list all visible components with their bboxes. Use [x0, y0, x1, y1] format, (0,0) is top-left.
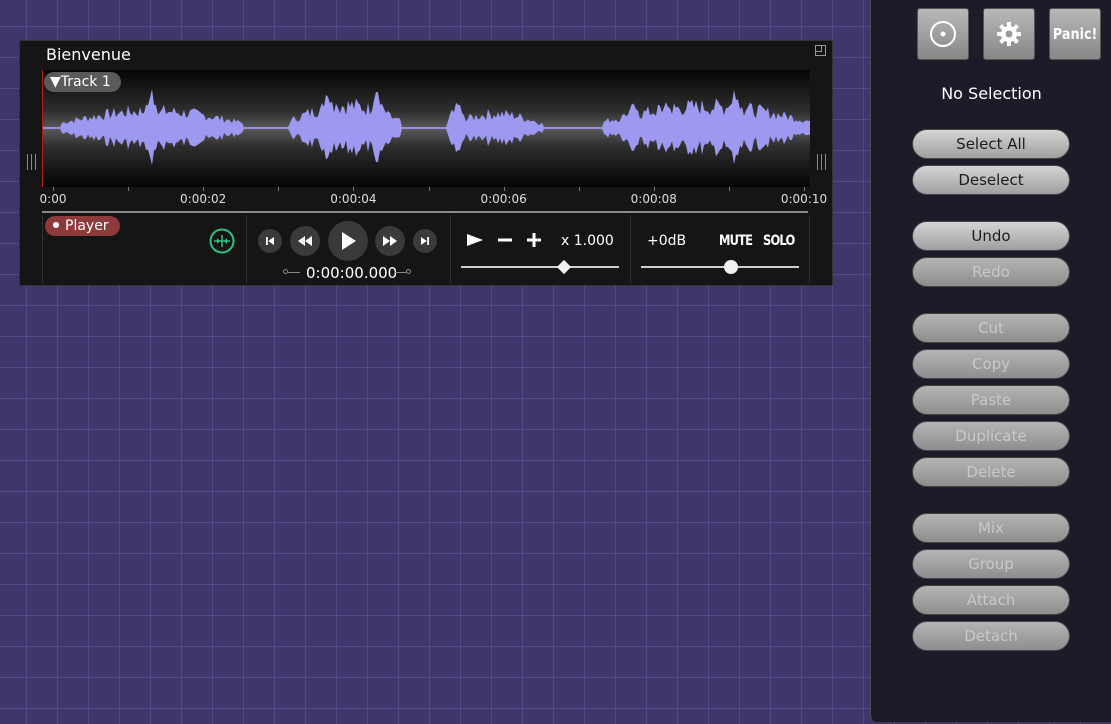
attach-button[interactable]: Attach [912, 585, 1070, 615]
speed-slider-knob[interactable] [556, 259, 571, 275]
divider [450, 215, 451, 283]
skip-end-icon [421, 237, 429, 245]
panic-label: Panic! [1052, 25, 1098, 43]
divider [630, 215, 631, 283]
fast-forward-icon [383, 236, 397, 246]
ruler-tick-mark [203, 187, 205, 191]
record-button[interactable] [917, 8, 969, 60]
player-window: Bienvenue ▼Track 1 0:00 0:00:02 0:00:04 0:0… [19, 40, 833, 286]
divider [246, 215, 247, 283]
ruler-tick-mark [278, 187, 280, 191]
rewind-button[interactable] [290, 226, 320, 256]
paste-button[interactable]: Paste [912, 385, 1070, 415]
ruler-tick-mark [653, 187, 655, 191]
player-badge[interactable]: Player [45, 216, 120, 236]
divider [42, 215, 43, 283]
delete-button[interactable]: Delete [912, 457, 1070, 487]
loop-end-icon [406, 269, 411, 274]
ruler-tick-mark [503, 187, 505, 191]
copy-button[interactable]: Copy [912, 349, 1070, 379]
gear-icon [997, 22, 1021, 46]
timecode-display: 0:00:00.000 [306, 264, 398, 282]
speed-slider[interactable] [461, 266, 619, 268]
duplicate-button[interactable]: Duplicate [912, 421, 1070, 451]
volume-slider-knob[interactable] [724, 260, 739, 274]
selection-status: No Selection [941, 84, 1042, 103]
speed-decrease-icon[interactable] [498, 232, 512, 251]
sync-icon[interactable] [209, 228, 235, 254]
cut-button[interactable]: Cut [912, 313, 1070, 343]
ruler-tick-label: 0:00:06 [480, 192, 527, 206]
ruler-tick-mark [728, 187, 730, 191]
deselect-button[interactable]: Deselect [912, 165, 1070, 195]
resize-icon[interactable] [815, 45, 826, 56]
solo-button[interactable]: SOLO [763, 233, 795, 249]
volume-slider[interactable] [641, 266, 799, 268]
record-dot-icon [53, 222, 59, 228]
skip-start-icon [266, 237, 274, 245]
divider [809, 215, 810, 283]
skip-to-end-button[interactable] [413, 229, 437, 253]
left-trim-handle[interactable] [27, 154, 36, 170]
ruler-tick-mark [353, 187, 355, 191]
group-button[interactable]: Group [912, 549, 1070, 579]
select-all-button[interactable]: Select All [912, 129, 1070, 159]
panic-button[interactable]: Panic! [1049, 8, 1101, 60]
play-icon [342, 232, 356, 250]
player-label: Player [65, 218, 109, 234]
ruler-tick-mark [578, 187, 580, 191]
undo-button[interactable]: Undo [912, 221, 1070, 251]
ruler-tick-label: 0:00:02 [180, 192, 227, 206]
settings-button[interactable] [983, 8, 1035, 60]
window-title: Bienvenue [46, 45, 131, 64]
track-label[interactable]: ▼Track 1 [44, 72, 121, 92]
ruler-tick-mark [53, 187, 54, 191]
waveform-display[interactable] [42, 70, 810, 187]
mix-button[interactable]: Mix [912, 513, 1070, 543]
play-direction-icon[interactable] [466, 232, 484, 251]
ruler-tick-mark [428, 187, 430, 191]
loop-start-line [288, 272, 300, 273]
gain-value: +0dB [647, 233, 687, 249]
waveform-shape [42, 89, 810, 166]
speed-increase-icon[interactable] [527, 232, 541, 251]
speed-value: x 1.000 [561, 233, 614, 249]
mute-button[interactable]: MUTE [719, 233, 753, 249]
waveform [42, 89, 810, 166]
redo-button[interactable]: Redo [912, 257, 1070, 287]
right-trim-handle[interactable] [817, 154, 826, 170]
ruler-line [42, 211, 808, 213]
ruler-tick-mark [128, 187, 130, 191]
ruler-tick-label: 0:00:10 [780, 192, 828, 206]
edit-panel: Panic! No Selection Select All Deselect Un… [870, 0, 1111, 722]
ruler-tick-mark [804, 187, 805, 191]
detach-button[interactable]: Detach [912, 621, 1070, 651]
rewind-icon [298, 236, 312, 246]
ruler-tick-label: 0:00:08 [630, 192, 677, 206]
ruler-tick-label: 0:00 [39, 192, 67, 206]
playhead[interactable] [42, 70, 43, 187]
skip-to-start-button[interactable] [258, 229, 282, 253]
time-ruler[interactable]: 0:00 0:00:02 0:00:04 0:00:06 0:00:08 0:00:10 [39, 187, 827, 213]
ruler-tick-label: 0:00:04 [330, 192, 377, 206]
fast-forward-button[interactable] [375, 226, 405, 256]
play-button[interactable] [328, 221, 368, 261]
record-disc-icon [930, 21, 956, 47]
